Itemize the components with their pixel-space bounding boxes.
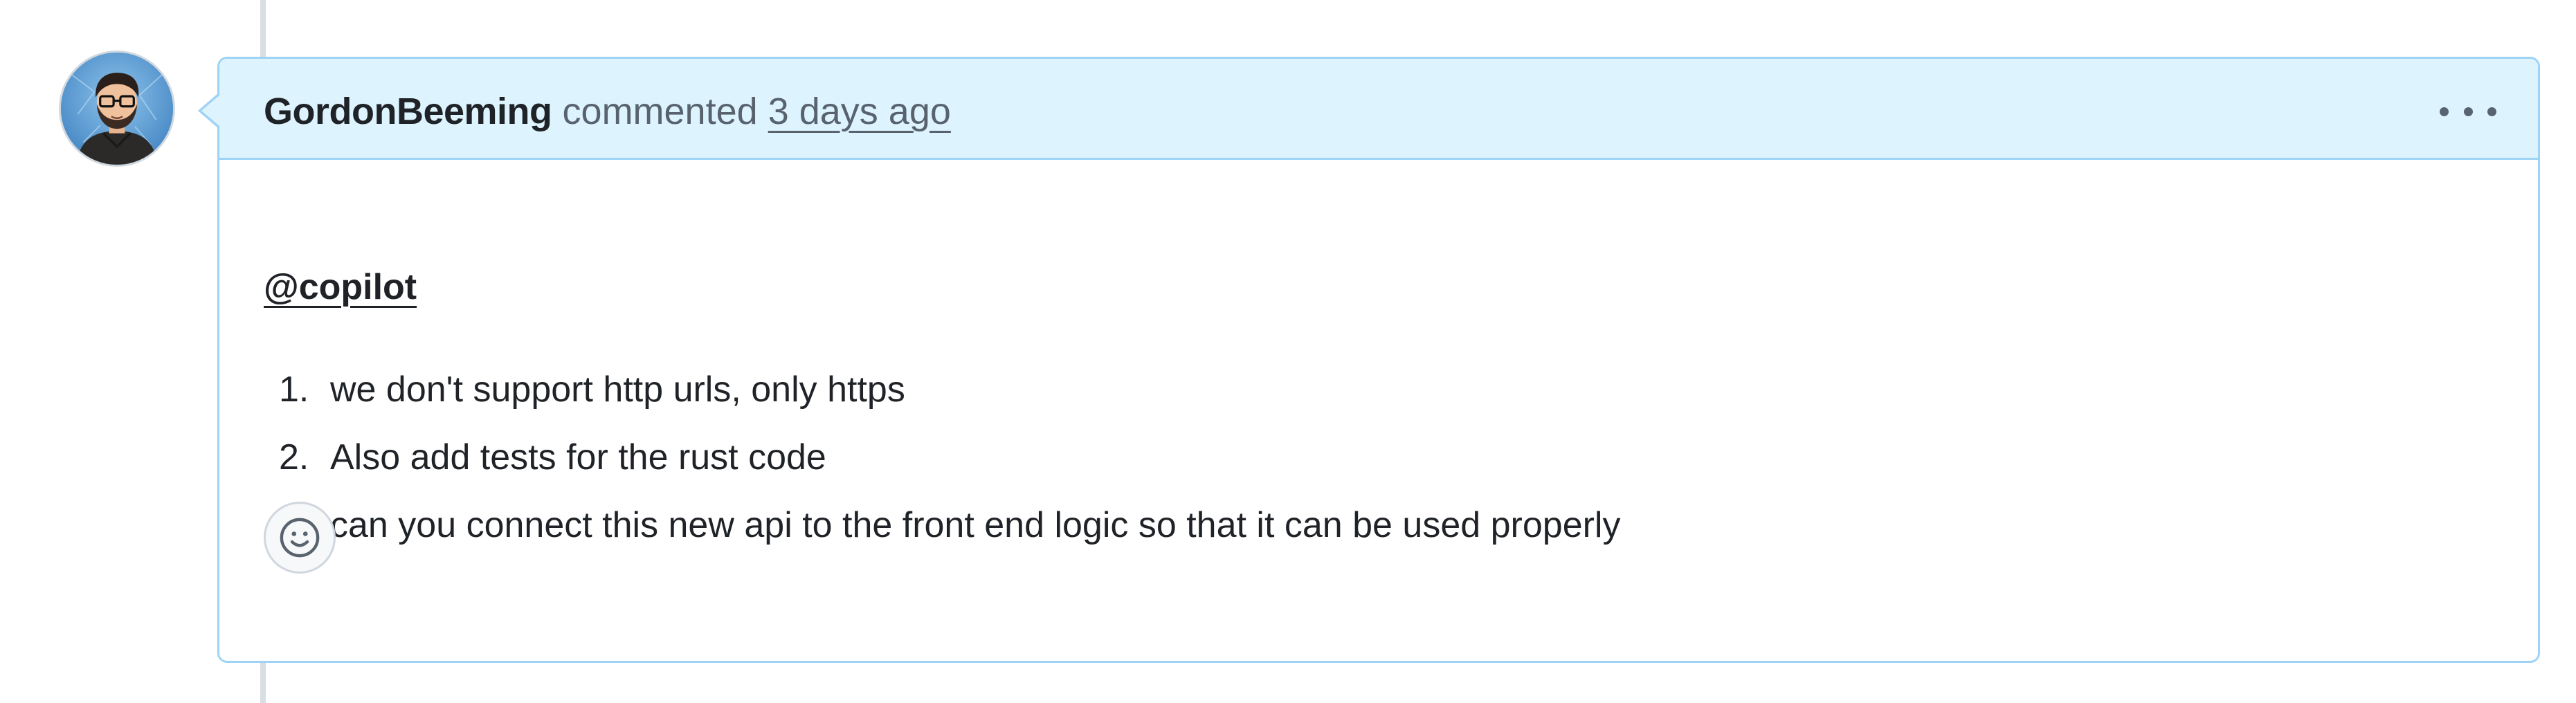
comment-pointer-fill — [201, 95, 220, 127]
list-item-number: 2. — [279, 437, 309, 477]
timeline-comment-view: GordonBeeming commented 3 days ago @copi… — [0, 0, 2576, 703]
smiley-icon — [280, 518, 320, 558]
list-item-number: 1. — [279, 369, 309, 410]
mention-link[interactable]: @copilot — [264, 265, 417, 309]
avatar[interactable] — [61, 53, 173, 165]
comment-box: GordonBeeming commented 3 days ago @copi… — [217, 57, 2540, 663]
comment-header-text: GordonBeeming commented 3 days ago — [264, 86, 951, 136]
comment-header: GordonBeeming commented 3 days ago — [219, 59, 2538, 160]
list-item-text: Also add tests for the rust code — [330, 437, 826, 477]
list-item-text: can you connect this new api to the fron… — [330, 505, 1621, 545]
comment-action-text: commented — [562, 91, 758, 132]
kebab-dot — [2463, 107, 2473, 116]
author-link[interactable]: GordonBeeming — [264, 91, 552, 132]
kebab-horizontal-icon[interactable] — [2440, 95, 2496, 128]
kebab-dot — [2487, 107, 2496, 116]
timestamp-link[interactable]: 3 days ago — [768, 91, 951, 132]
kebab-dot — [2440, 107, 2449, 116]
list-item-text: we don't support http urls, only https — [330, 369, 905, 410]
avatar-image — [61, 53, 173, 165]
add-reaction-button[interactable] — [264, 502, 336, 574]
